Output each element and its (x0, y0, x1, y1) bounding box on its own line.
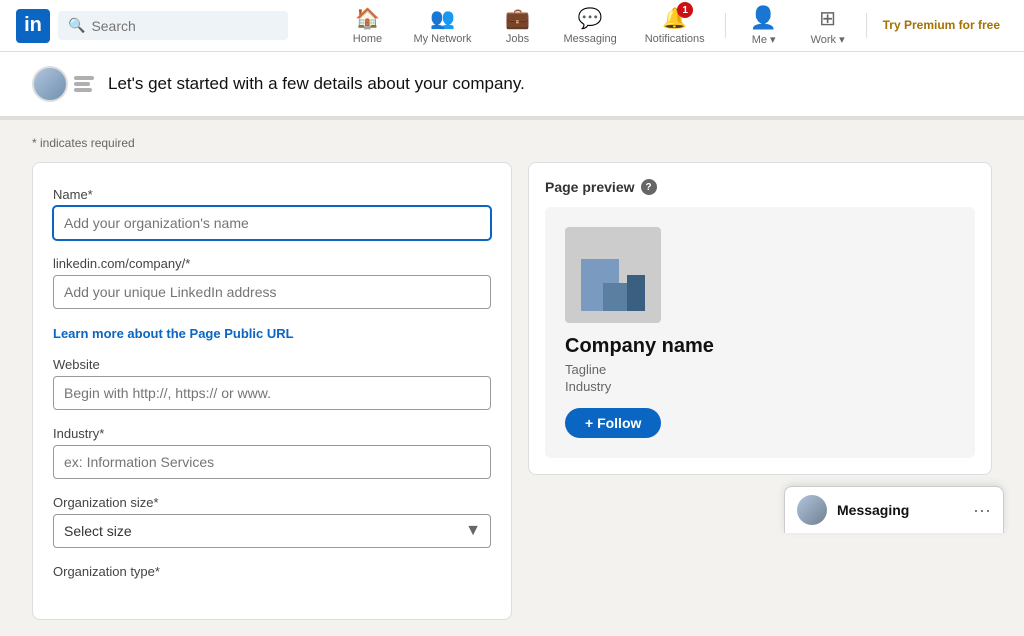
work-label: Work ▾ (811, 33, 845, 46)
nav-divider-2 (866, 13, 867, 38)
preview-logo (565, 227, 661, 323)
org-size-field-group: Organization size* Select size 1-10 empl… (53, 495, 491, 548)
url-input[interactable] (53, 275, 491, 309)
form-and-preview: Name* linkedin.com/company/* Learn more … (32, 162, 992, 620)
banner-text: Let's get started with a few details abo… (108, 74, 525, 94)
nav-items: 🏠 Home 👥 My Network 💼 Jobs 💬 Messaging 🔔… (337, 5, 1008, 46)
jobs-label: Jobs (506, 33, 529, 45)
navbar: in 🔍 🏠 Home 👥 My Network 💼 Jobs 💬 Messag… (0, 0, 1024, 52)
search-input[interactable] (91, 18, 278, 34)
messaging-icon: 💬 (578, 6, 603, 31)
nav-item-home[interactable]: 🏠 Home (337, 5, 397, 46)
messaging-avatar (797, 495, 827, 525)
org-type-field-group: Organization type* (53, 564, 491, 579)
home-label: Home (353, 33, 382, 45)
premium-link[interactable]: Try Premium for free (875, 5, 1008, 46)
learn-more-link[interactable]: Learn more about the Page Public URL (53, 326, 294, 341)
search-icon: 🔍 (68, 17, 85, 34)
banner-lines (74, 76, 94, 92)
help-icon[interactable]: ? (641, 179, 657, 195)
preview-industry: Industry (565, 379, 611, 394)
preview-logo-inner (565, 227, 661, 323)
preview-tagline: Tagline (565, 362, 606, 377)
search-bar[interactable]: 🔍 (58, 11, 288, 40)
form-panel: Name* linkedin.com/company/* Learn more … (32, 162, 512, 620)
banner-icon-stack (32, 66, 94, 102)
jobs-icon: 💼 (505, 6, 530, 31)
name-field-group: Name* (53, 187, 491, 240)
nav-item-notifications[interactable]: 🔔 1 Notifications (633, 5, 717, 46)
messaging-widget[interactable]: Messaging ··· (784, 486, 1004, 533)
messaging-nav-label: Messaging (564, 33, 617, 45)
org-size-label: Organization size* (53, 495, 491, 510)
website-label: Website (53, 357, 491, 372)
industry-label: Industry* (53, 426, 491, 441)
preview-panel: Page preview ? Company name Tagline Indu… (528, 162, 992, 475)
me-label: Me ▾ (752, 33, 776, 46)
nav-item-messaging[interactable]: 💬 Messaging (552, 5, 629, 46)
preview-company-name: Company name (565, 335, 714, 358)
network-label: My Network (413, 33, 471, 45)
preview-card: Company name Tagline Industry + Follow (545, 207, 975, 458)
messaging-more-icon[interactable]: ··· (973, 500, 991, 521)
industry-input[interactable] (53, 445, 491, 479)
work-icon: ⊞ (819, 6, 836, 31)
notifications-label: Notifications (645, 33, 705, 45)
banner-avatar (32, 66, 68, 102)
messaging-label: Messaging (837, 502, 963, 518)
notifications-icon: 🔔 1 (662, 6, 687, 31)
org-size-select-wrapper: Select size 1-10 employees 11-50 employe… (53, 514, 491, 548)
follow-button[interactable]: + Follow (565, 408, 661, 438)
website-input[interactable] (53, 376, 491, 410)
logo-block-3 (627, 275, 645, 311)
nav-item-my-network[interactable]: 👥 My Network (401, 5, 483, 46)
main-content: * indicates required Name* linkedin.com/… (12, 120, 1012, 636)
url-field-group: linkedin.com/company/* (53, 256, 491, 309)
linkedin-logo[interactable]: in (16, 9, 50, 43)
preview-title: Page preview ? (545, 179, 975, 195)
org-type-label: Organization type* (53, 564, 491, 579)
org-size-select[interactable]: Select size 1-10 employees 11-50 employe… (53, 514, 491, 548)
url-label: linkedin.com/company/* (53, 256, 491, 271)
industry-field-group: Industry* (53, 426, 491, 479)
website-field-group: Website (53, 357, 491, 410)
me-avatar-icon: 👤 (750, 5, 777, 31)
learn-more-group: Learn more about the Page Public URL (53, 325, 491, 341)
name-label: Name* (53, 187, 491, 202)
nav-divider (725, 13, 726, 38)
required-note: * indicates required (32, 136, 992, 150)
name-input[interactable] (53, 206, 491, 240)
home-icon: 🏠 (355, 6, 380, 31)
banner: Let's get started with a few details abo… (0, 52, 1024, 120)
network-icon: 👥 (430, 6, 455, 31)
notifications-badge: 1 (677, 2, 693, 18)
nav-item-work[interactable]: ⊞ Work ▾ (798, 5, 858, 46)
nav-item-jobs[interactable]: 💼 Jobs (488, 5, 548, 46)
preview-title-text: Page preview (545, 179, 635, 195)
nav-item-me[interactable]: 👤 Me ▾ (734, 5, 794, 46)
